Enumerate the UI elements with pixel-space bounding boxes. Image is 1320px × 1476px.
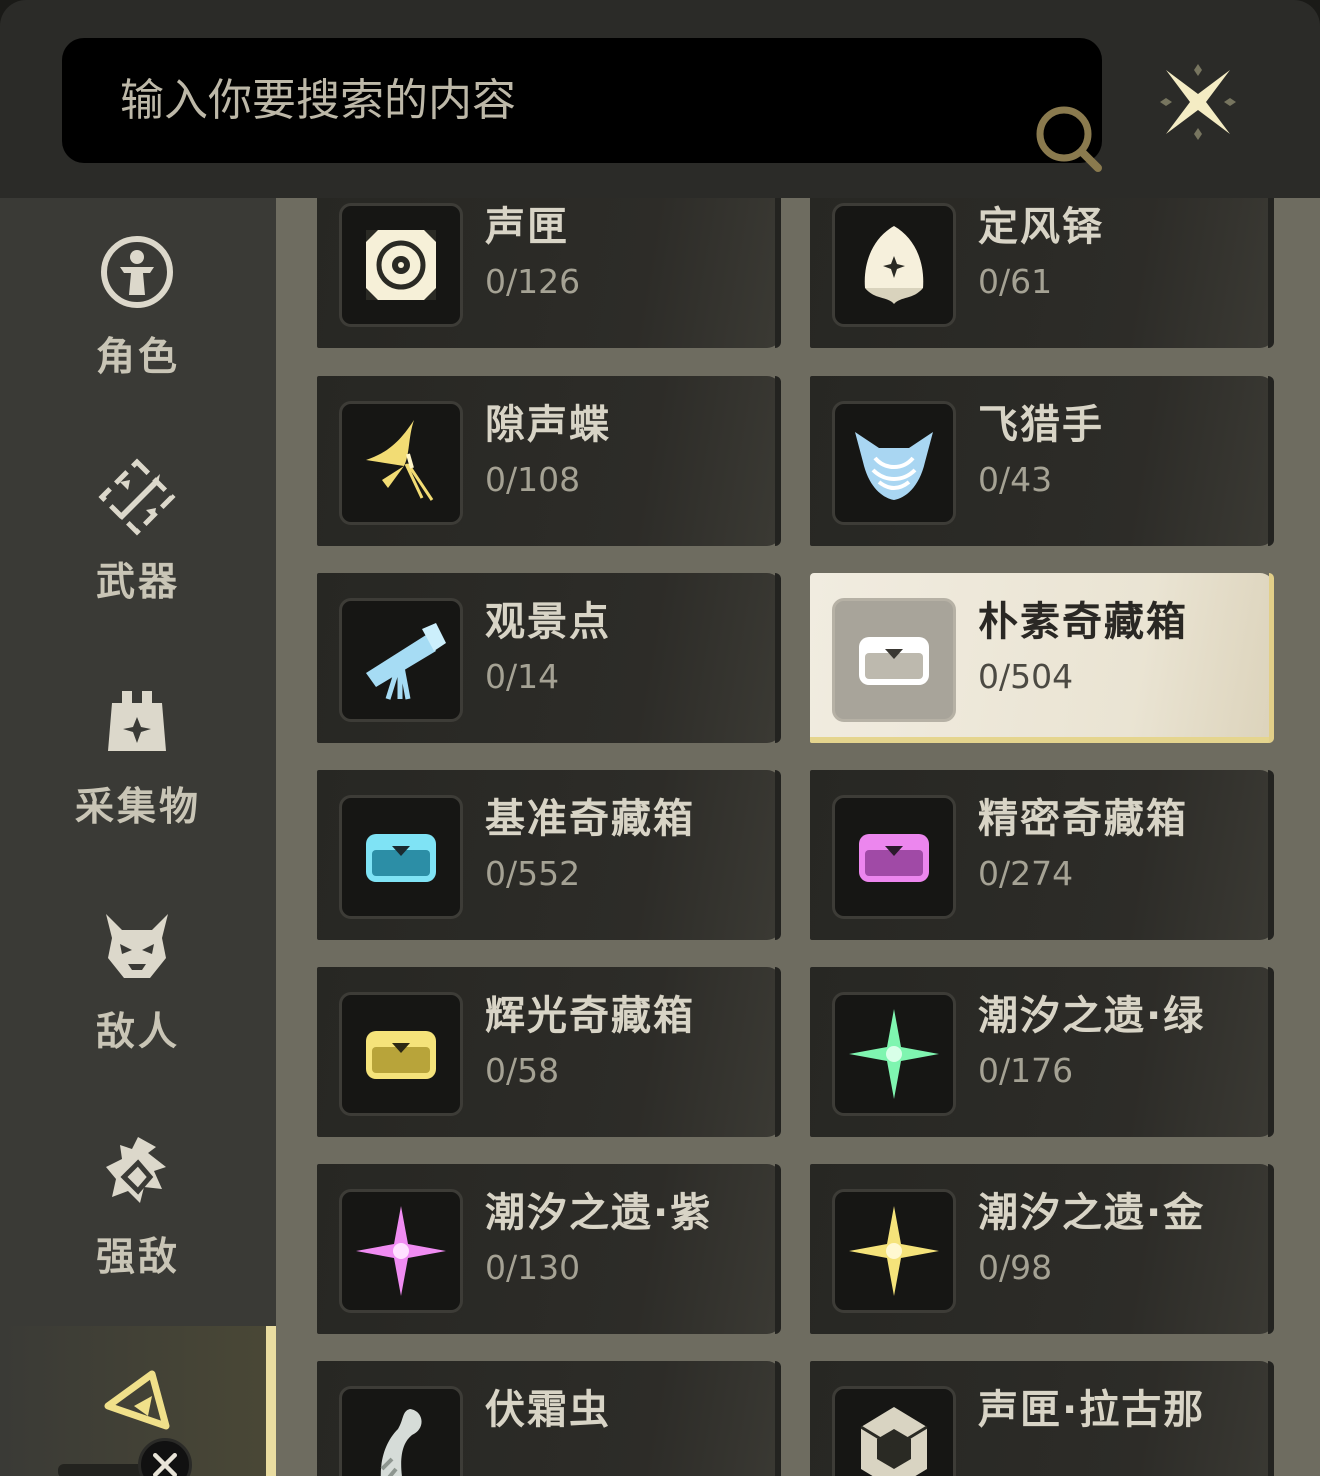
item-card[interactable]: 伏霜虫 — [317, 1361, 781, 1476]
item-icon-frame — [339, 1189, 463, 1313]
item-icon-frame — [832, 598, 956, 722]
item-icon-frame — [339, 795, 463, 919]
item-name: 定风铎 — [978, 204, 1104, 250]
item-count: 0/274 — [978, 854, 1074, 893]
butterfly-icon — [366, 420, 434, 501]
item-name: 伏霜虫 — [485, 1387, 611, 1433]
weapon-icon — [98, 458, 176, 536]
item-icon-frame — [832, 1386, 956, 1476]
item-count: 0/126 — [485, 262, 581, 301]
sidebar-item-label: 敌人 — [95, 1010, 180, 1055]
category-sidebar: 角色 武器 采集物 敌人 强敌 — [0, 198, 276, 1476]
item-card[interactable]: 潮汐之遗·金 0/98 — [810, 1164, 1274, 1334]
mini-close-icon[interactable] — [138, 1438, 192, 1476]
purple-tidal-star-icon — [356, 1206, 446, 1296]
sidebar-item-weapon[interactable]: 武器 — [0, 423, 276, 648]
search-icon[interactable] — [1030, 100, 1110, 180]
item-icon-frame — [339, 598, 463, 722]
item-name: 潮汐之遗·绿 — [978, 993, 1206, 1039]
item-name: 辉光奇藏箱 — [485, 993, 695, 1039]
item-name: 声匣·拉古那 — [978, 1387, 1206, 1433]
basic-chest-icon — [859, 637, 929, 685]
item-icon-frame — [339, 992, 463, 1116]
item-name: 观景点 — [485, 599, 611, 645]
item-card[interactable]: 潮汐之遗·绿 0/176 — [810, 967, 1274, 1137]
item-icon-frame — [832, 795, 956, 919]
character-icon — [101, 236, 173, 308]
sidebar-item-character[interactable]: 角色 — [0, 198, 276, 423]
sonance-casket-icon — [366, 230, 436, 300]
item-icon-frame — [832, 401, 956, 525]
item-card-selected[interactable]: 朴素奇藏箱 0/504 — [810, 573, 1274, 743]
item-card[interactable]: 观景点 0/14 — [317, 573, 781, 743]
sidebar-item-boss[interactable]: 强敌 — [0, 1098, 276, 1323]
item-icon-frame — [832, 1189, 956, 1313]
item-count: 0/176 — [978, 1051, 1074, 1090]
item-icon-frame — [339, 401, 463, 525]
item-card[interactable]: 定风铎 0/61 — [810, 198, 1274, 348]
item-grid: 声匣 0/126 定风铎 0/61 隙声蝶 0/108 飞猎手 0/43 观景点… — [276, 198, 1320, 1476]
floating-toolbar — [58, 1464, 148, 1476]
frost-bug-icon — [380, 1409, 422, 1476]
lagoon-casket-icon — [860, 1407, 928, 1476]
enemy-icon — [106, 914, 168, 978]
wind-bell-icon — [864, 226, 924, 304]
item-name: 基准奇藏箱 — [485, 796, 695, 842]
sidebar-item-label: 强敌 — [95, 1235, 180, 1280]
sidebar-item-enemy[interactable]: 敌人 — [0, 873, 276, 1098]
search-input[interactable] — [120, 38, 980, 163]
flying-hunter-icon — [855, 432, 933, 500]
item-count: 0/504 — [978, 657, 1074, 696]
item-count: 0/130 — [485, 1248, 581, 1287]
item-name: 潮汐之遗·紫 — [485, 1190, 713, 1236]
item-name: 潮汐之遗·金 — [978, 1190, 1206, 1236]
item-count: 0/108 — [485, 460, 581, 499]
item-card[interactable]: 辉光奇藏箱 0/58 — [317, 967, 781, 1137]
item-icon-frame — [339, 1386, 463, 1476]
gold-tidal-star-icon — [849, 1206, 939, 1296]
item-name: 隙声蝶 — [485, 402, 611, 448]
item-icon-frame — [832, 203, 956, 327]
sidebar-item-collectible[interactable]: 采集物 — [0, 648, 276, 873]
search-bar[interactable] — [62, 38, 1102, 172]
item-count: 0/98 — [978, 1248, 1053, 1287]
item-name: 飞猎手 — [978, 402, 1104, 448]
advanced-chest-icon — [859, 834, 929, 882]
item-card[interactable]: 飞猎手 0/43 — [810, 376, 1274, 546]
treasure-category-icon — [104, 1370, 170, 1430]
sidebar-item-label: 武器 — [95, 560, 180, 605]
item-count: 0/43 — [978, 460, 1053, 499]
boss-icon — [106, 1137, 166, 1203]
green-tidal-star-icon — [849, 1009, 939, 1099]
item-icon-frame — [832, 992, 956, 1116]
sidebar-item-label: 角色 — [95, 335, 180, 380]
item-count: 0/14 — [485, 657, 560, 696]
item-card[interactable]: 精密奇藏箱 0/274 — [810, 770, 1274, 940]
item-card[interactable]: 隙声蝶 0/108 — [317, 376, 781, 546]
sidebar-item-treasure-active[interactable] — [0, 1326, 276, 1476]
item-count: 0/58 — [485, 1051, 560, 1090]
close-icon[interactable] — [1152, 56, 1244, 148]
item-name: 声匣 — [485, 204, 569, 250]
item-card[interactable]: 潮汐之遗·紫 0/130 — [317, 1164, 781, 1334]
item-icon-frame — [339, 203, 463, 327]
item-name: 朴素奇藏箱 — [978, 599, 1188, 645]
item-card[interactable]: 声匣 0/126 — [317, 198, 781, 348]
collectible-icon — [108, 691, 166, 751]
item-count: 0/61 — [978, 262, 1053, 301]
item-name: 精密奇藏箱 — [978, 796, 1188, 842]
telescope-icon — [366, 623, 446, 700]
premium-chest-icon — [366, 1031, 436, 1079]
item-card[interactable]: 声匣·拉古那 — [810, 1361, 1274, 1476]
item-card[interactable]: 基准奇藏箱 0/552 — [317, 770, 781, 940]
active-indicator — [266, 1326, 276, 1476]
item-count: 0/552 — [485, 854, 581, 893]
sidebar-item-label: 采集物 — [74, 785, 201, 830]
standard-chest-icon — [366, 834, 436, 882]
top-bar — [0, 0, 1320, 198]
